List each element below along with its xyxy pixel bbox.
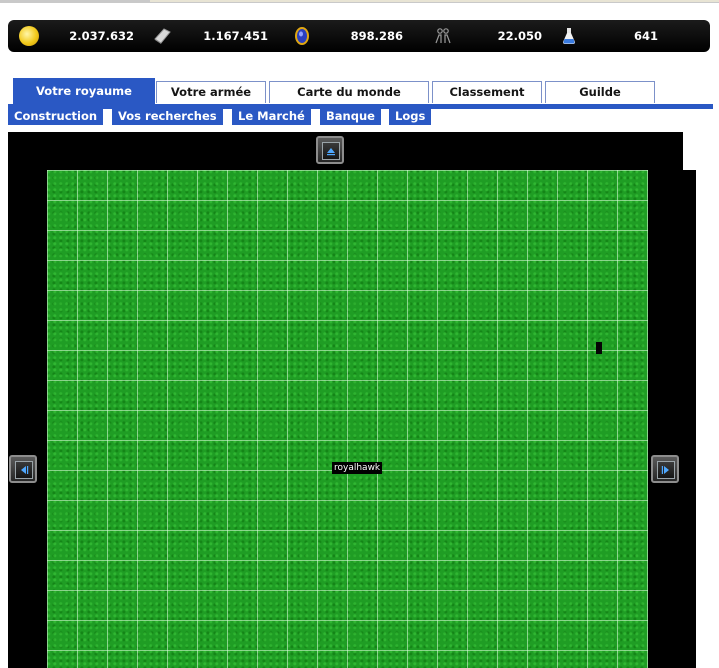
subtab-construction[interactable]: Construction [8, 108, 104, 125]
tab-classement[interactable]: Classement [432, 81, 542, 103]
player-label[interactable]: royalhawk [332, 462, 383, 474]
map-frame-edge [683, 170, 696, 668]
top-border-segment [150, 0, 719, 2]
map-scroll-up-button[interactable] [316, 136, 344, 164]
gem-icon [292, 26, 312, 46]
potion-value: 641 [633, 29, 658, 43]
arrow-up-icon [322, 142, 340, 160]
tab-carte-du-monde[interactable]: Carte du monde [269, 81, 429, 103]
subtab-vos-recherches[interactable]: Vos recherches [112, 108, 223, 125]
tab-votre-royaume[interactable]: Votre royaume [13, 78, 155, 104]
map-scroll-right-button[interactable] [651, 455, 679, 483]
tab-votre-armee[interactable]: Votre armée [156, 81, 266, 103]
resource-bar: 2.037.632 1.167.451 898.286 22.050 641 [8, 20, 710, 52]
map-marker[interactable] [596, 342, 602, 354]
iron-ingot-icon [152, 26, 172, 46]
map-scroll-left-button[interactable] [9, 455, 37, 483]
arrow-left-icon [15, 461, 33, 479]
population-value: 22.050 [497, 29, 542, 43]
map-grid[interactable] [47, 170, 648, 668]
subtab-logs[interactable]: Logs [389, 108, 432, 125]
gold-value: 2.037.632 [69, 29, 134, 43]
top-border [0, 0, 719, 3]
subtab-banque[interactable]: Banque [320, 108, 381, 125]
gem-value: 898.286 [350, 29, 403, 43]
subtab-le-marche[interactable]: Le Marché [232, 108, 311, 125]
population-icon [433, 26, 453, 46]
coin-icon [19, 26, 39, 46]
arrow-right-icon [657, 461, 675, 479]
tab-guilde[interactable]: Guilde [545, 81, 655, 103]
iron-value: 1.167.451 [203, 29, 268, 43]
